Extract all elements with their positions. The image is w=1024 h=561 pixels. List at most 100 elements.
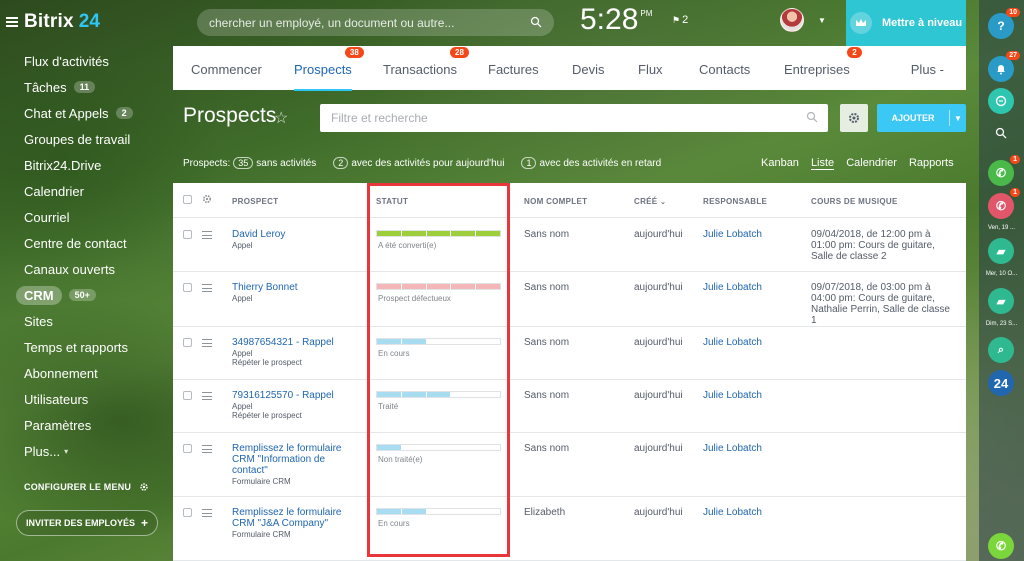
prospect-name-link[interactable]: Remplissez le formulaire CRM "Informatio…	[232, 443, 347, 476]
view-kanban[interactable]: Kanban	[761, 157, 799, 170]
status-segment[interactable]	[451, 445, 476, 450]
missed-call-button[interactable]: ✆ 1	[988, 188, 1020, 219]
sidebar-item[interactable]: Temps et rapports	[24, 334, 169, 360]
status-segment[interactable]	[476, 509, 500, 514]
responsible-link[interactable]: Julie Lobatch	[703, 282, 762, 293]
sidebar-item[interactable]: Flux d'activités	[24, 48, 169, 74]
tab-prospects[interactable]: Prospects 38	[294, 47, 364, 91]
help-button[interactable]: ? 10	[988, 8, 1020, 39]
row-checkbox[interactable]	[183, 338, 192, 347]
responsible-link[interactable]: Julie Lobatch	[703, 443, 762, 454]
row-checkbox[interactable]	[183, 444, 192, 453]
bitrix24-button[interactable]: 24	[988, 370, 1014, 396]
column-header-status[interactable]: STATUT	[376, 197, 408, 206]
status-progress-bar[interactable]	[376, 230, 501, 237]
prospect-name-link[interactable]: Thierry Bonnet	[232, 282, 347, 293]
configure-menu-button[interactable]: CONFIGURER LE MENU	[24, 482, 149, 492]
search-icon[interactable]	[530, 16, 542, 28]
status-segment[interactable]	[377, 392, 401, 397]
chevron-down-icon[interactable]: ▼	[818, 16, 826, 25]
tab-factures[interactable]: Factures	[488, 62, 539, 77]
add-button[interactable]: AJOUTER ▼	[877, 104, 966, 132]
status-segment[interactable]	[426, 339, 451, 344]
view-liste[interactable]: Liste	[810, 157, 835, 170]
row-menu-icon[interactable]	[202, 339, 212, 347]
recent-chat-button[interactable]: ▰	[988, 238, 1014, 264]
tab-devis[interactable]: Devis	[572, 62, 605, 77]
status-segment[interactable]	[401, 339, 426, 344]
status-progress-bar[interactable]	[376, 338, 501, 345]
today-label[interactable]: avec des activités pour aujourd'hui	[351, 158, 504, 169]
row-menu-icon[interactable]	[202, 445, 212, 453]
status-progress-bar[interactable]	[376, 444, 501, 451]
status-segment[interactable]	[401, 509, 426, 514]
sidebar-item[interactable]: Groupes de travail	[24, 126, 169, 152]
status-segment[interactable]	[401, 445, 426, 450]
call-button[interactable]: ✆ 1	[988, 155, 1020, 186]
row-menu-icon[interactable]	[202, 231, 212, 239]
status-segment[interactable]	[426, 392, 451, 397]
clock[interactable]: 5:28 PM	[580, 3, 652, 37]
sidebar-item[interactable]: Abonnement	[24, 360, 169, 386]
status-segment[interactable]	[401, 392, 426, 397]
prospect-name-link[interactable]: 79316125570 - Rappel	[232, 390, 347, 401]
row-menu-icon[interactable]	[202, 284, 212, 292]
sidebar-item[interactable]: Tâches 11	[24, 74, 169, 100]
status-segment[interactable]	[401, 231, 426, 236]
status-segment[interactable]	[377, 284, 401, 289]
table-row[interactable]: Remplissez le formulaire CRM "Informatio…	[173, 433, 966, 497]
table-row[interactable]: Remplissez le formulaire CRM "J&A Compan…	[173, 497, 966, 561]
status-segment[interactable]	[451, 392, 476, 397]
sidebar-item[interactable]: Courriel	[24, 204, 169, 230]
search-icon[interactable]	[806, 111, 818, 123]
open-lines-button[interactable]	[988, 88, 1014, 114]
tab-transactions[interactable]: Transactions 28	[383, 47, 469, 77]
avatar[interactable]	[780, 8, 804, 32]
row-checkbox[interactable]	[183, 283, 192, 292]
tab-commencer[interactable]: Commencer	[191, 62, 262, 77]
tab-contacts[interactable]: Contacts	[699, 62, 750, 77]
sidebar-item[interactable]: CRM 50+	[16, 282, 169, 308]
sidebar-item[interactable]: Bitrix24.Drive	[24, 152, 169, 178]
table-row[interactable]: David Leroy Appel A été converti(e) Sans no…	[173, 219, 966, 272]
column-header-created[interactable]: CRÉÉ ⌄	[634, 197, 666, 206]
notifications-button[interactable]: 27	[988, 51, 1020, 82]
late-label[interactable]: avec des activités en retard	[539, 158, 661, 169]
status-segment[interactable]	[451, 284, 476, 289]
view-rapports[interactable]: Rapports	[909, 157, 954, 170]
status-segment[interactable]	[476, 231, 500, 236]
responsible-link[interactable]: Julie Lobatch	[703, 229, 762, 240]
today-count[interactable]: 2	[333, 157, 349, 169]
sidebar-item[interactable]: Sites	[24, 308, 169, 334]
column-header-full-name[interactable]: NOM COMPLET	[524, 197, 587, 206]
status-segment[interactable]	[401, 284, 426, 289]
status-progress-bar[interactable]	[376, 391, 501, 398]
responsible-link[interactable]: Julie Lobatch	[703, 390, 762, 401]
status-segment[interactable]	[377, 231, 401, 236]
logo-number[interactable]: 24	[79, 11, 100, 33]
status-segment[interactable]	[476, 445, 500, 450]
no-activity-count[interactable]: 35	[233, 157, 254, 169]
row-menu-icon[interactable]	[202, 392, 212, 400]
invite-employees-button[interactable]: INVITER DES EMPLOYÉS +	[16, 510, 159, 536]
tab-flux[interactable]: Flux	[638, 62, 663, 77]
gear-icon[interactable]	[202, 194, 212, 204]
column-header-responsible[interactable]: RESPONSABLE	[703, 197, 767, 206]
prospect-name-link[interactable]: 34987654321 - Rappel	[232, 337, 347, 348]
table-row[interactable]: 79316125570 - Rappel Appel Répéter le pros…	[173, 380, 966, 433]
sidebar-item[interactable]: Calendrier	[24, 178, 169, 204]
row-checkbox[interactable]	[183, 230, 192, 239]
menu-burger-icon[interactable]	[6, 17, 18, 27]
tasks-counter[interactable]: ⚑ 2	[672, 14, 688, 26]
recent-chat-button[interactable]: ⌕	[988, 337, 1014, 363]
responsible-link[interactable]: Julie Lobatch	[703, 337, 762, 348]
status-segment[interactable]	[476, 284, 500, 289]
responsible-link[interactable]: Julie Lobatch	[703, 507, 762, 518]
status-segment[interactable]	[377, 339, 401, 344]
no-activity-label[interactable]: sans activités	[256, 158, 316, 169]
recent-chat-button[interactable]: ▰	[988, 288, 1014, 314]
sidebar-item[interactable]: Utilisateurs	[24, 386, 169, 412]
star-icon[interactable]: ☆	[274, 108, 288, 128]
row-menu-icon[interactable]	[202, 509, 212, 517]
phone-button[interactable]: ✆	[988, 533, 1014, 559]
